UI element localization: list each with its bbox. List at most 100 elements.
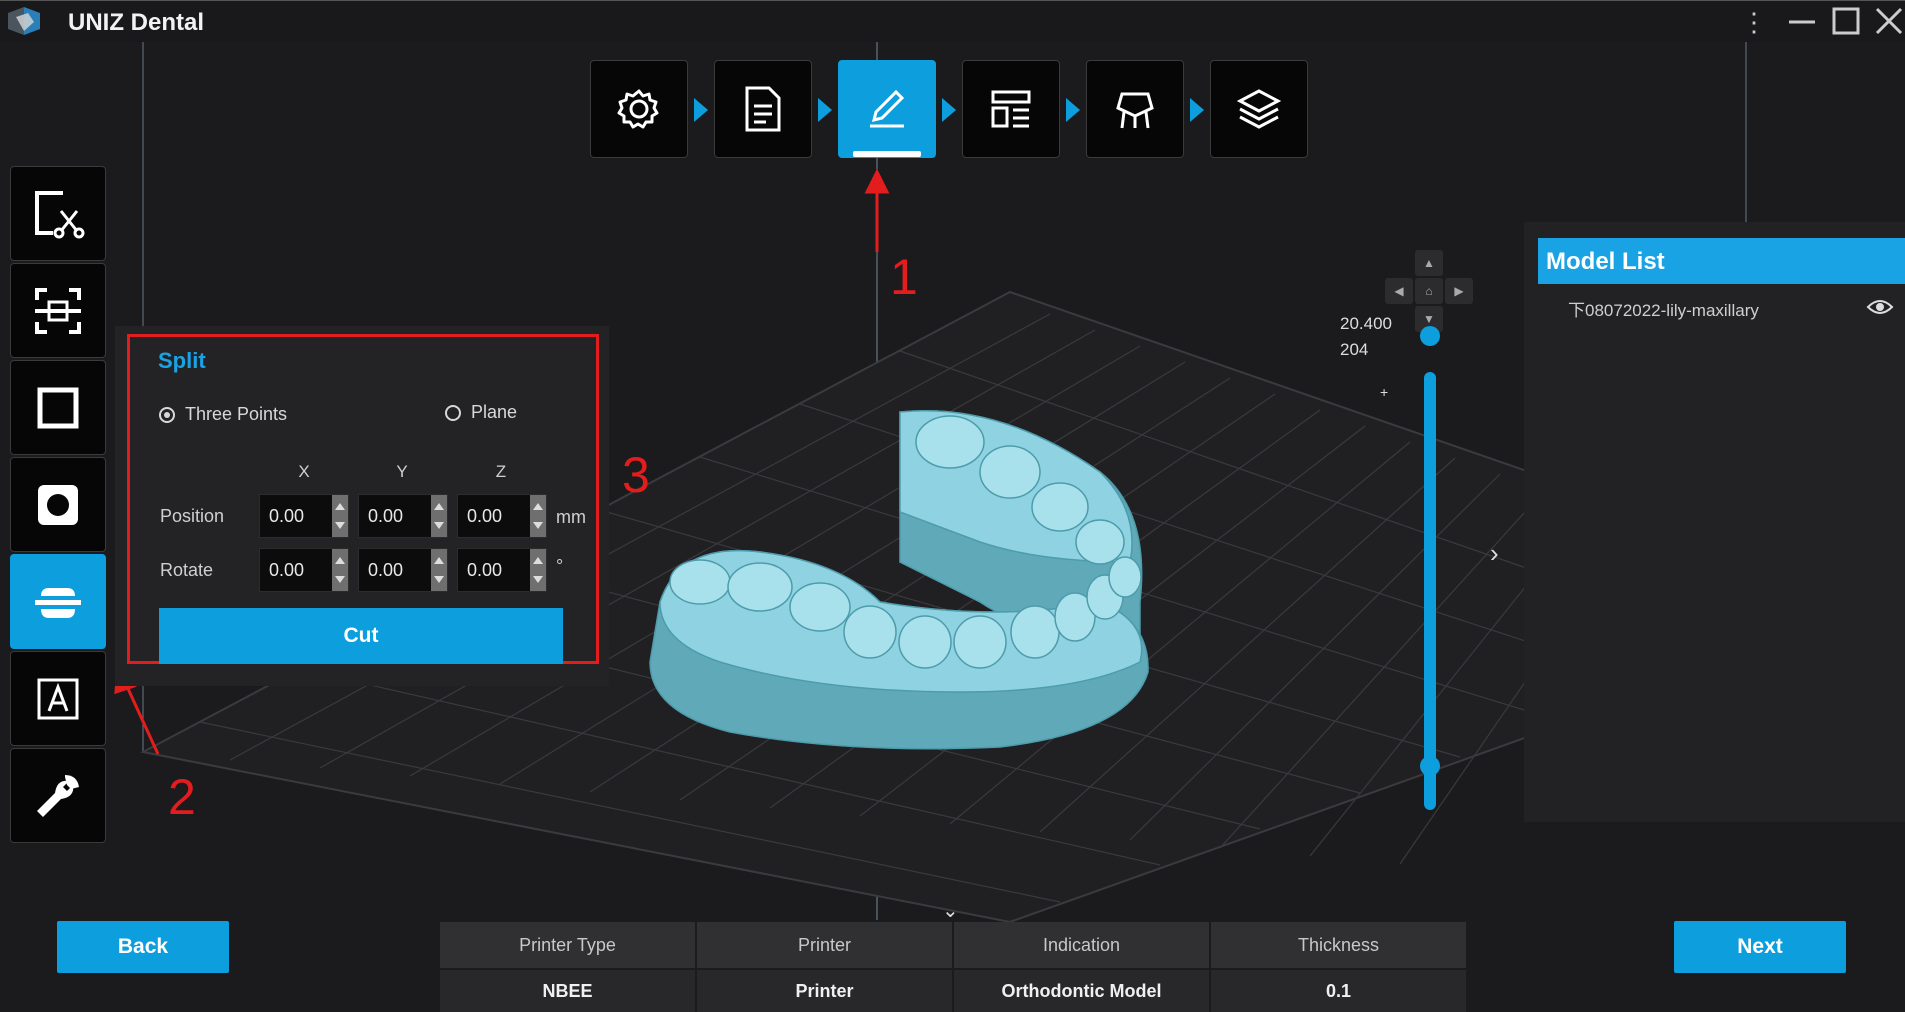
printer-header: Printer (697, 922, 952, 968)
step-support[interactable] (1086, 60, 1184, 158)
tool-scan[interactable] (10, 263, 106, 358)
radio-three-points[interactable]: Three Points (159, 404, 287, 425)
stepper-arrows[interactable] (530, 549, 546, 591)
cut-button[interactable]: Cut (159, 608, 563, 664)
gear-icon (617, 89, 659, 129)
tool-hollow[interactable] (10, 457, 106, 552)
rotate-y-input[interactable] (359, 549, 431, 591)
eye-visibility-icon[interactable] (1866, 298, 1894, 316)
thickness-value: 0.1 (1211, 970, 1466, 1012)
tool-cut[interactable] (10, 166, 106, 261)
annotation-2: 2 (168, 769, 196, 825)
position-unit: mm (556, 507, 586, 527)
cut-scissors-icon (35, 190, 85, 238)
layout-icon (991, 90, 1031, 128)
pan-up-icon[interactable]: ▲ (1415, 250, 1443, 276)
radio-selected-indicator (159, 406, 175, 423)
title-bar: UNIZ Dental ⋮ (0, 0, 1905, 42)
step-arrow (1190, 98, 1204, 122)
square-icon (37, 387, 79, 428)
indication-value: Orthodontic Model (954, 970, 1209, 1012)
stepper-arrows[interactable] (431, 549, 447, 591)
step-setup[interactable] (590, 60, 688, 158)
more-menu-icon[interactable]: ⋮ (1732, 5, 1776, 39)
model-list-header: Model List (1538, 238, 1905, 284)
radio-unselected-indicator (445, 404, 461, 421)
position-x-input[interactable] (260, 495, 332, 537)
column-y-header: Y (396, 462, 408, 481)
support-icon (1116, 92, 1154, 129)
edit-icon (870, 89, 905, 128)
radio-plane[interactable]: Plane (445, 402, 517, 423)
tool-text[interactable] (10, 651, 106, 746)
step-arrow (818, 98, 832, 122)
step-edit[interactable] (838, 60, 936, 158)
position-x-stepper[interactable] (259, 494, 349, 538)
tool-square[interactable] (10, 360, 106, 455)
step-slice[interactable] (1210, 60, 1308, 158)
split-icon (35, 587, 81, 618)
scan-bracket-icon (35, 287, 81, 334)
app-title: UNIZ Dental (68, 9, 205, 36)
annotation-1: 1 (890, 249, 918, 305)
stepper-arrows[interactable] (431, 495, 447, 537)
tool-repair[interactable] (10, 748, 106, 843)
step-layout[interactable] (962, 60, 1060, 158)
step-arrow (942, 98, 956, 122)
tool-split[interactable] (10, 554, 106, 649)
column-z-header: Z (495, 462, 507, 481)
stepper-arrows[interactable] (332, 495, 348, 537)
position-z-stepper[interactable] (457, 494, 547, 538)
model-list-panel: Model List 下08072022-lily-maxillary (1524, 222, 1905, 822)
pan-right-icon[interactable]: ▶ (1445, 278, 1473, 304)
radio-three-points-label: Three Points (185, 404, 288, 424)
position-y-stepper[interactable] (358, 494, 448, 538)
rotate-unit: ° (556, 556, 564, 576)
printer-info-table: Printer Type Printer Indication Thicknes… (440, 922, 1468, 1012)
position-z-input[interactable] (458, 495, 530, 537)
app-logo-icon (8, 7, 40, 35)
back-button[interactable]: Back (57, 921, 229, 973)
step-arrow (694, 98, 708, 122)
indication-header: Indication (954, 922, 1209, 968)
pan-left-icon[interactable]: ◀ (1385, 278, 1413, 304)
position-y-input[interactable] (359, 495, 431, 537)
layers-icon (1236, 89, 1282, 129)
rotate-label: Rotate (160, 560, 214, 580)
split-panel: Split Three Points Plane X Y Z Position … (115, 326, 609, 686)
next-button[interactable]: Next (1674, 921, 1846, 973)
stepper-arrows[interactable] (332, 549, 348, 591)
circle-fill-icon (38, 484, 78, 525)
printer-type-header: Printer Type (440, 922, 695, 968)
thickness-header: Thickness (1211, 922, 1466, 968)
column-x-header: X (298, 462, 310, 481)
rotate-z-input[interactable] (458, 549, 530, 591)
home-view-icon[interactable]: ⌂ (1415, 278, 1443, 304)
step-file[interactable] (714, 60, 812, 158)
radio-plane-label: Plane (471, 402, 518, 422)
minimize-button[interactable] (1780, 5, 1824, 39)
split-panel-title: Split (158, 348, 206, 373)
slider-layer-value: 204 (1340, 340, 1369, 359)
collapse-panel-chevron-icon[interactable]: › (1490, 538, 1499, 569)
svg-text:+: + (1380, 384, 1388, 400)
position-label: Position (160, 506, 225, 526)
layer-slider-bottom-handle[interactable] (1420, 756, 1440, 776)
stepper-arrows[interactable] (530, 495, 546, 537)
model-list-item[interactable]: 下08072022-lily-maxillary (1568, 296, 1759, 321)
expand-chevron-down-icon[interactable]: ⌄ (942, 898, 959, 923)
document-icon (745, 86, 781, 132)
printer-value: Printer (697, 970, 952, 1012)
layer-slider-top-handle[interactable] (1420, 326, 1440, 346)
step-arrow (1066, 98, 1080, 122)
annotation-3: 3 (622, 447, 650, 503)
close-button[interactable] (1866, 5, 1905, 39)
rotate-y-stepper[interactable] (358, 548, 448, 592)
rotate-x-input[interactable] (260, 549, 332, 591)
layer-slider-track[interactable] (1424, 372, 1436, 810)
slider-height-value: 20.400 (1340, 314, 1392, 333)
printer-type-value: NBEE (440, 970, 695, 1012)
rotate-x-stepper[interactable] (259, 548, 349, 592)
maximize-button[interactable] (1824, 5, 1868, 39)
rotate-z-stepper[interactable] (457, 548, 547, 592)
